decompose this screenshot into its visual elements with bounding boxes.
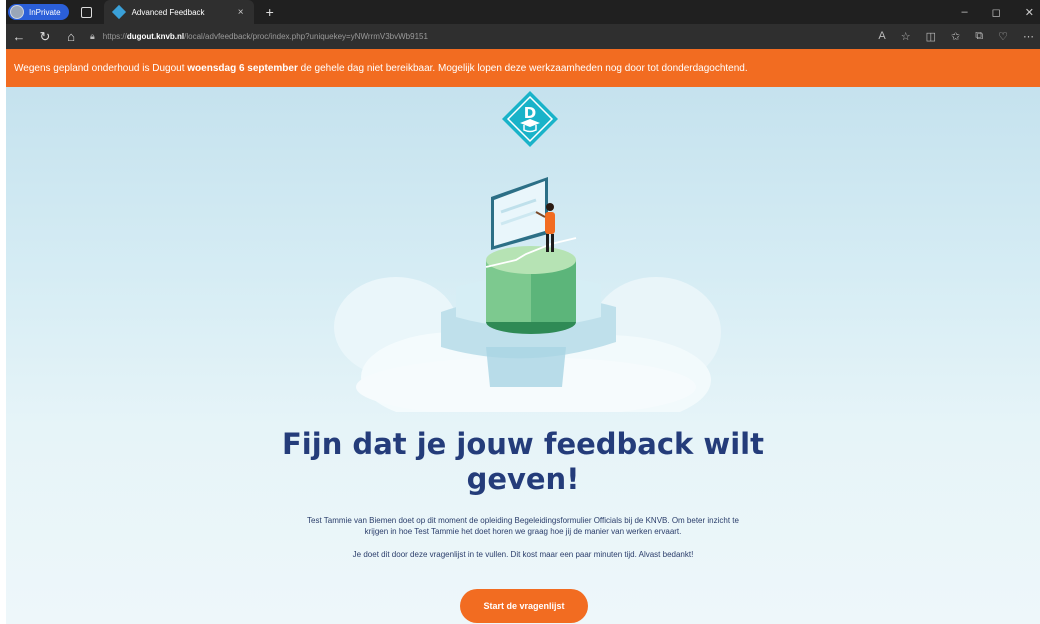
browser-window: InPrivate Advanced Feedback × + – ◻ ✕ ← … — [6, 0, 1040, 624]
url-path: /local/advfeedback/proc/index.php?unique… — [184, 32, 428, 41]
hero-illustration — [334, 177, 721, 412]
profile-avatar — [10, 5, 24, 19]
favicon-icon — [111, 4, 126, 20]
banner-text-end: de gehele dag niet bereikbaar. Mogelijk … — [297, 62, 748, 74]
restore-icon[interactable]: ◻ — [992, 6, 1001, 19]
browser-essentials-icon[interactable]: ♡ — [998, 30, 1008, 43]
url-host: dugout.knvb.nl — [126, 32, 185, 41]
maintenance-banner: Wegens gepland onderhoud is Dugout woens… — [6, 49, 1040, 87]
window-controls: – ◻ ✕ — [962, 6, 1040, 19]
new-tab-icon[interactable]: + — [266, 4, 274, 20]
tab-advanced-feedback[interactable]: Advanced Feedback × — [103, 0, 254, 24]
minimize-icon[interactable]: – — [962, 6, 968, 19]
tab-bar: InPrivate Advanced Feedback × + – ◻ ✕ — [6, 0, 1040, 24]
more-icon[interactable]: ⋯ — [1023, 30, 1034, 43]
intro-text: Test Tammie van Biemen doet op dit momen… — [307, 516, 739, 536]
banner-date: woensdag 6 september — [187, 62, 298, 74]
url-scheme: https:// — [102, 32, 127, 41]
lock-icon: 🔒︎ — [90, 31, 95, 41]
inprivate-badge[interactable]: InPrivate — [8, 4, 69, 20]
home-icon[interactable]: ⌂ — [58, 29, 84, 44]
refresh-icon[interactable]: ↻ — [32, 29, 58, 45]
banner-text: Wegens gepland onderhoud is Dugout — [14, 62, 188, 74]
collections-icon[interactable]: ⧉ — [975, 30, 983, 43]
tab-title: Advanced Feedback — [131, 7, 205, 17]
page-title: Fijn dat je jouw feedback wilt geven! — [6, 427, 1040, 497]
instruction-text: Je doet dit door deze vragenlijst in te … — [352, 550, 694, 559]
split-screen-icon[interactable]: ◫ — [926, 30, 936, 43]
back-icon[interactable]: ← — [6, 29, 32, 44]
page-title-line-1: Fijn dat je jouw feedback wilt — [282, 427, 764, 461]
page-content: D Fijn dat je jouw feedback wilt geven! … — [6, 87, 1040, 624]
browser-toolbar: A ☆ ◫ ✩ ⧉ ♡ ⋯ — [878, 30, 1040, 43]
page-title-line-2: geven! — [466, 462, 580, 496]
dugout-logo: D — [502, 91, 558, 147]
inprivate-label: InPrivate — [29, 7, 61, 17]
start-questionnaire-button[interactable]: Start de vragenlijst — [460, 589, 588, 623]
read-aloud-icon[interactable]: A — [878, 30, 885, 43]
url-field[interactable]: 🔒︎ https://dugout.knvb.nl/local/advfeedb… — [90, 28, 878, 46]
tab-actions-icon[interactable] — [80, 6, 92, 18]
favorite-star-icon[interactable]: ☆ — [901, 30, 911, 43]
tab-close-icon[interactable]: × — [238, 7, 244, 18]
favorites-icon[interactable]: ✩ — [951, 30, 960, 43]
address-bar-row: ← ↻ ⌂ 🔒︎ https://dugout.knvb.nl/local/ad… — [6, 24, 1040, 49]
close-window-icon[interactable]: ✕ — [1025, 6, 1034, 19]
